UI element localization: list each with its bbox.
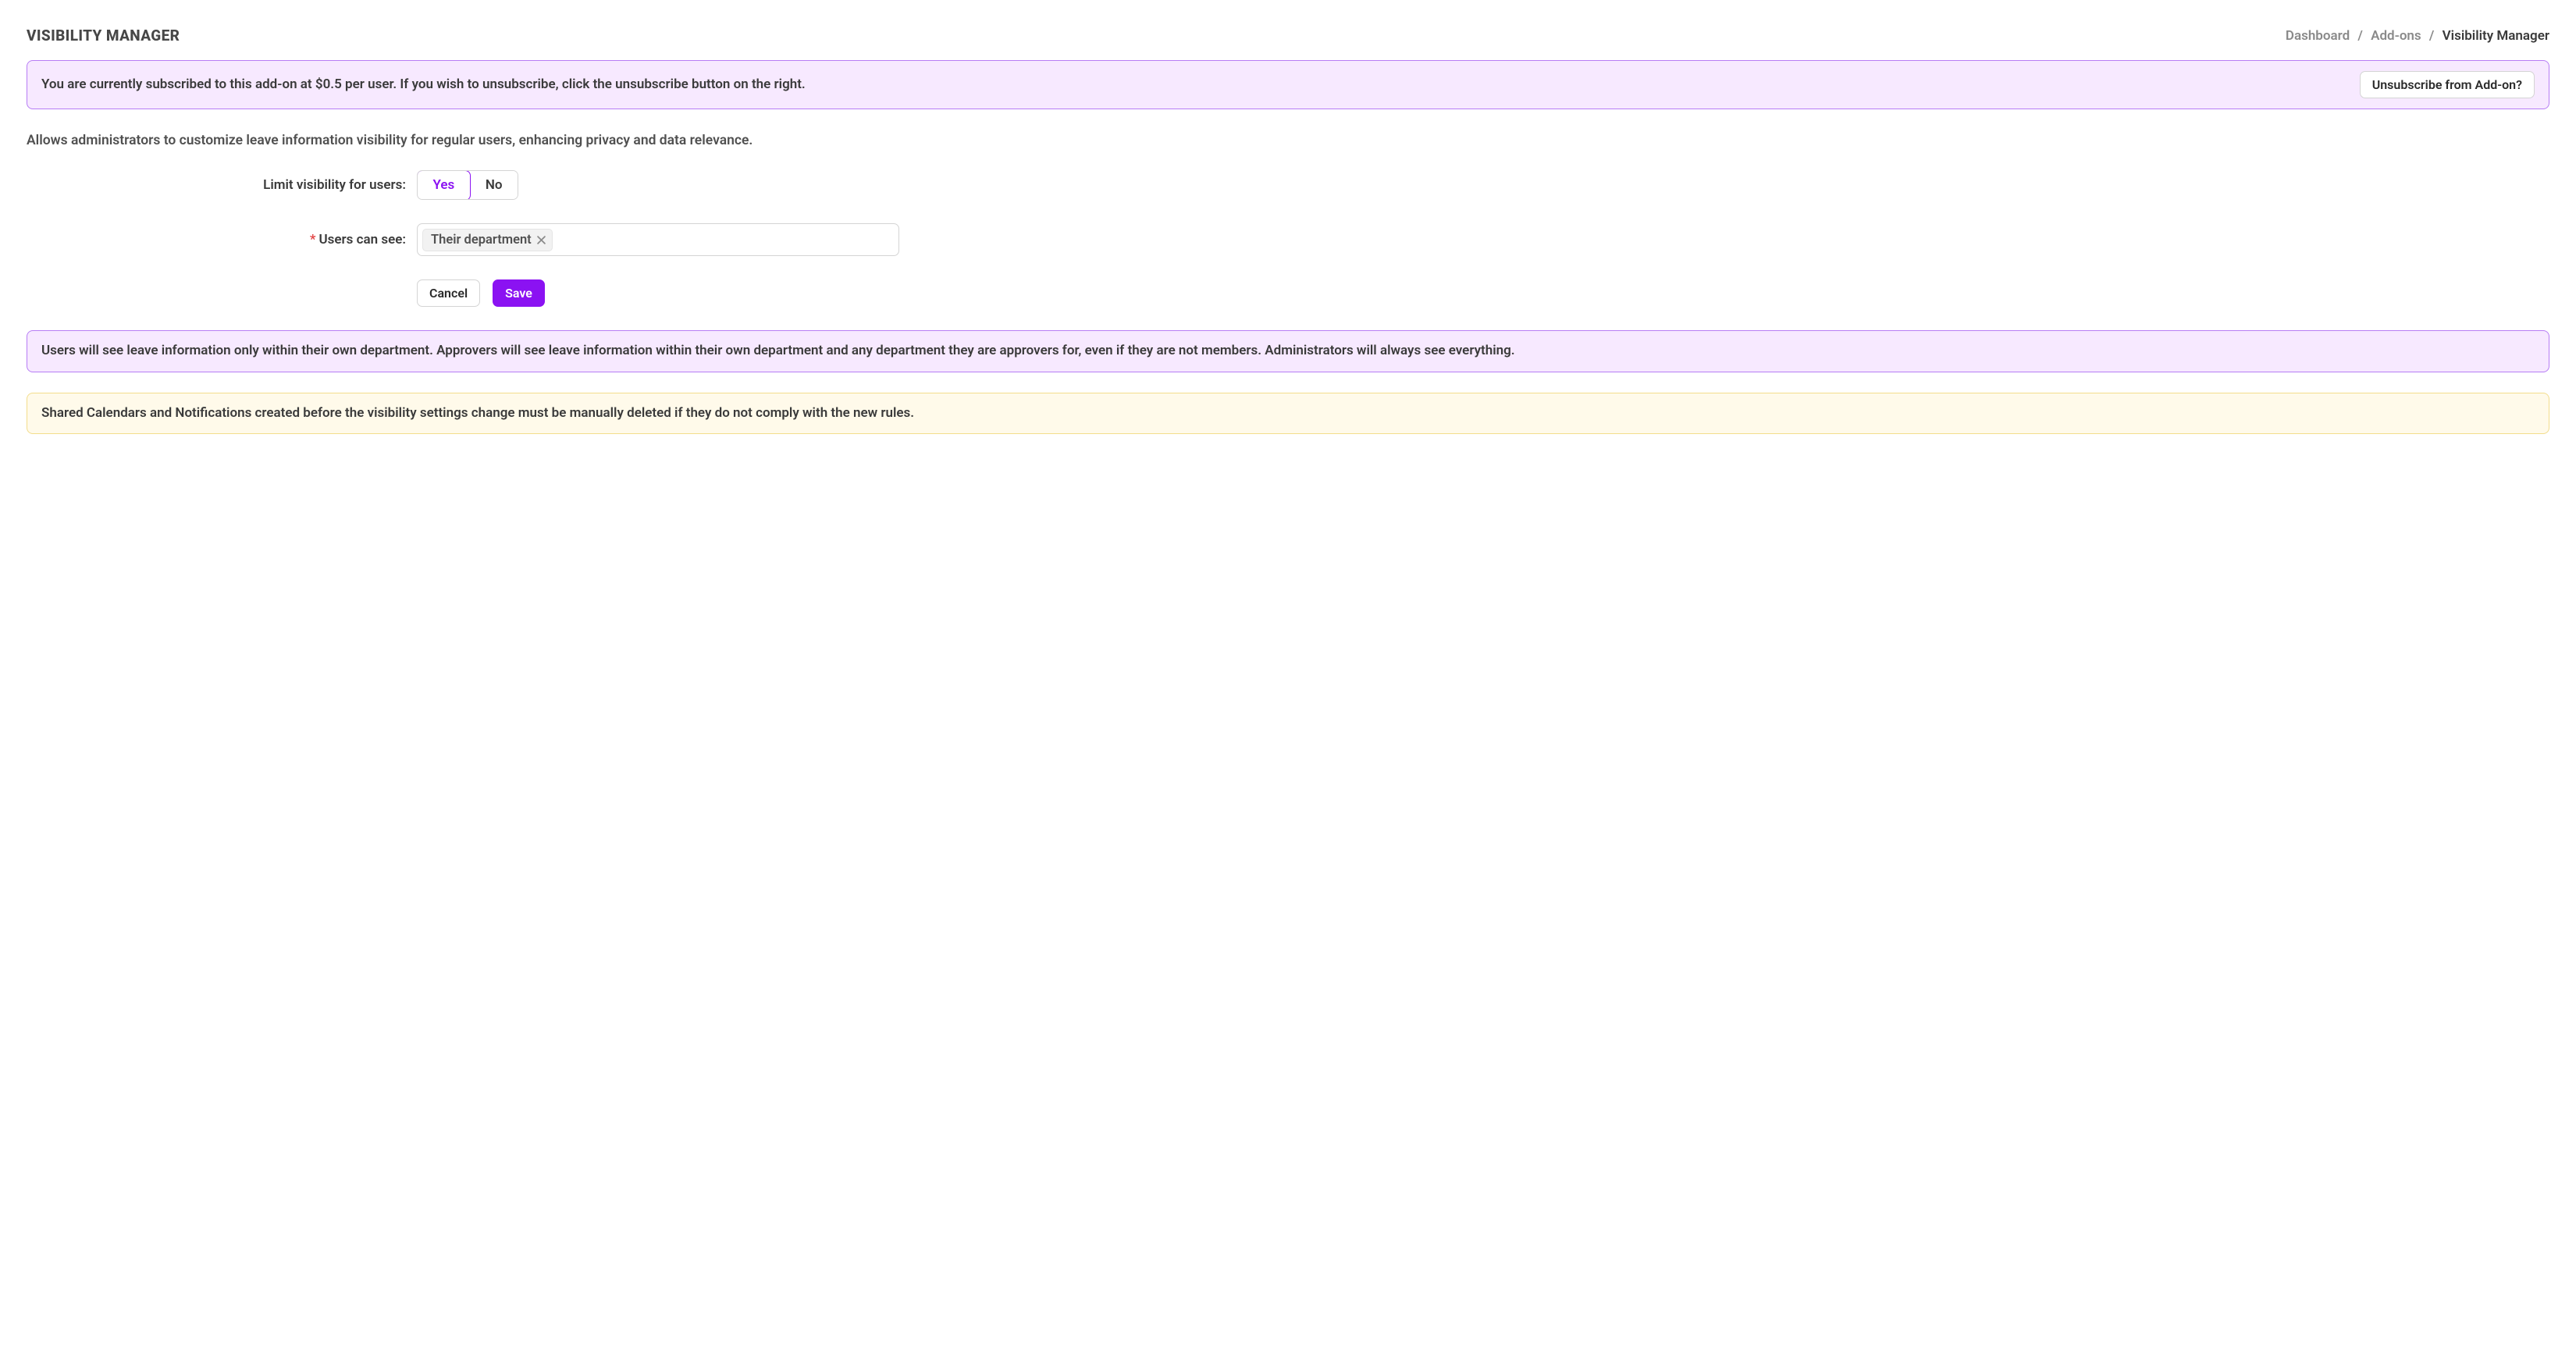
users-can-see-row: *Users can see: Their department	[27, 223, 2549, 256]
limit-visibility-toggle: Yes No	[417, 170, 518, 200]
close-icon	[537, 236, 546, 244]
page-container: VISIBILITY MANAGER Dashboard / Add-ons /…	[12, 12, 2564, 462]
users-can-see-input[interactable]: Their department	[417, 223, 899, 256]
subscription-alert-text: You are currently subscribed to this add…	[41, 75, 806, 95]
info-alert: Users will see leave information only wi…	[27, 330, 2549, 372]
breadcrumb-separator: /	[2357, 28, 2362, 44]
page-title: VISIBILITY MANAGER	[27, 27, 180, 44]
tag-remove-icon[interactable]	[537, 236, 546, 244]
limit-visibility-label: Limit visibility for users:	[27, 177, 417, 193]
warning-alert-text: Shared Calendars and Notifications creat…	[41, 405, 914, 421]
breadcrumb: Dashboard / Add-ons / Visibility Manager	[2286, 28, 2549, 44]
button-row: Cancel Save	[417, 279, 545, 307]
warning-alert: Shared Calendars and Notifications creat…	[27, 393, 2549, 435]
feature-description: Allows administrators to customize leave…	[27, 133, 2549, 148]
visibility-form: Limit visibility for users: Yes No *User…	[27, 170, 2549, 307]
action-buttons-row: Cancel Save	[27, 279, 2549, 307]
users-can-see-label: *Users can see:	[27, 232, 417, 247]
info-alert-text: Users will see leave information only wi…	[41, 343, 1515, 358]
save-button[interactable]: Save	[493, 279, 545, 307]
limit-visibility-row: Limit visibility for users: Yes No	[27, 170, 2549, 200]
header-row: VISIBILITY MANAGER Dashboard / Add-ons /…	[27, 27, 2549, 44]
tag-their-department: Their department	[422, 229, 553, 251]
tag-label: Their department	[431, 233, 532, 247]
required-asterisk: *	[310, 232, 316, 247]
unsubscribe-button[interactable]: Unsubscribe from Add-on?	[2360, 71, 2535, 98]
limit-yes-option[interactable]: Yes	[417, 170, 471, 200]
breadcrumb-dashboard[interactable]: Dashboard	[2286, 28, 2350, 44]
breadcrumb-separator: /	[2429, 28, 2434, 44]
limit-no-option[interactable]: No	[470, 171, 518, 199]
breadcrumb-addons[interactable]: Add-ons	[2371, 28, 2421, 44]
cancel-button[interactable]: Cancel	[417, 279, 480, 307]
breadcrumb-current: Visibility Manager	[2443, 28, 2549, 44]
subscription-alert: You are currently subscribed to this add…	[27, 60, 2549, 109]
